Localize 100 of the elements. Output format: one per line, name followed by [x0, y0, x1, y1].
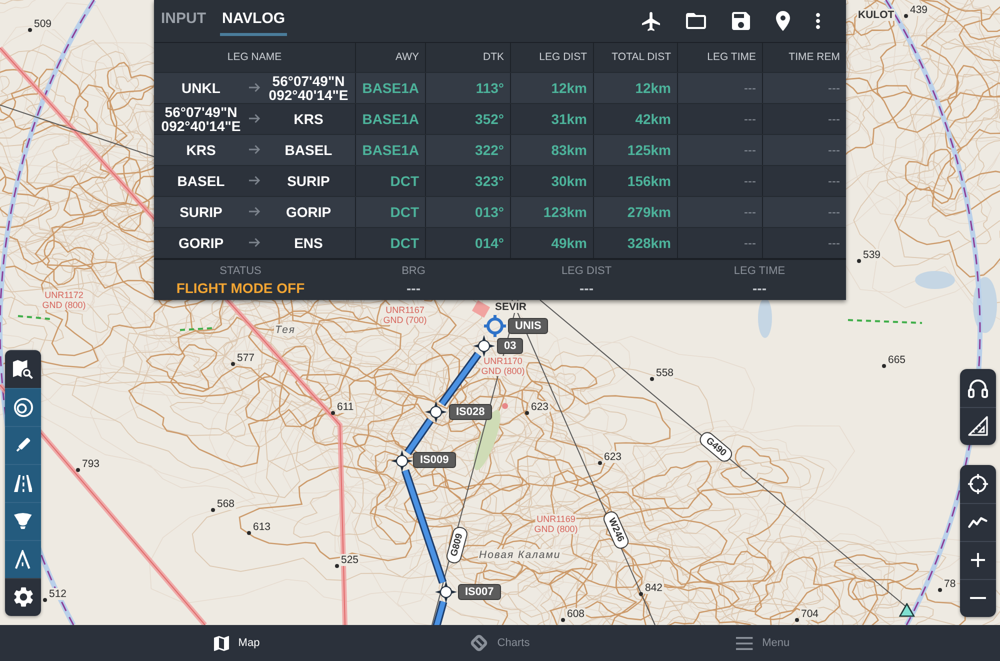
column-header: TOTAL DIST: [612, 51, 671, 63]
map-search-icon: [13, 360, 33, 378]
lake: [758, 298, 772, 338]
tab[interactable]: INPUT: [159, 3, 208, 36]
locate-button[interactable]: [960, 465, 996, 503]
road-icon: [14, 474, 32, 492]
navlog-row[interactable]: GORIP ENS DCT 014° 49km 328km --- ---: [154, 227, 846, 258]
summary-value: ---: [580, 280, 594, 296]
navlog-row[interactable]: SURIP GORIP DCT 013° 123km 279km --- ---: [154, 196, 846, 227]
airspace-name: UNR1169: [536, 514, 576, 524]
navlog-row[interactable]: KRS BASEL BASE1A 322° 83km 125km --- ---: [154, 134, 846, 165]
airway-name: BASE1A: [362, 80, 419, 96]
zoom-out-button[interactable]: [960, 579, 996, 617]
arrow-icon: [249, 207, 261, 216]
summary-value: ---: [752, 280, 766, 296]
airspace-limits: GND (800): [41, 300, 87, 310]
column-header: DTK: [483, 51, 504, 63]
dot-icon: [28, 28, 32, 32]
leg-time: ---: [744, 204, 756, 218]
lampshade-icon: [14, 513, 32, 529]
dot-icon: [76, 468, 80, 472]
spot-height: 608: [566, 608, 586, 620]
navlog-row[interactable]: 56°07'49"N 092°40'14"E KRS BASE1A 352° 31km 42km --- ---: [154, 103, 846, 134]
waypoint-label: IS009: [413, 452, 456, 468]
audio-button[interactable]: [960, 369, 996, 407]
track-value: 352°: [475, 110, 504, 126]
waypoint-label: IS007: [458, 584, 501, 600]
waypoint-name: BASEL: [177, 174, 225, 188]
waypoint-marker-icon: [473, 335, 495, 357]
dot-icon: [211, 508, 215, 512]
menu-icon: [736, 636, 754, 650]
total-distance: 12km: [635, 80, 671, 96]
zoom-in-button[interactable]: [960, 541, 996, 579]
dashed-boundary-line: [18, 315, 50, 320]
layer-toggle[interactable]: [5, 388, 41, 426]
layer-toggle[interactable]: [5, 540, 41, 578]
column-header: LEG DIST: [539, 51, 587, 63]
dot-icon: [882, 364, 886, 368]
dot-icon: [639, 592, 643, 596]
spot-height: 439: [909, 4, 929, 16]
total-distance: 328km: [627, 234, 671, 250]
track-value: 113°: [476, 80, 504, 96]
dot-icon: [904, 14, 908, 18]
arrow-icon: [249, 238, 261, 247]
headphones-icon: [968, 378, 988, 398]
dot-icon: [43, 598, 47, 602]
route-leg: [432, 600, 448, 625]
profile-button[interactable]: [960, 503, 996, 541]
place-name: KULOT: [857, 9, 896, 21]
spot-height: 539: [862, 249, 882, 261]
waypoint-name: BASEL: [284, 142, 332, 156]
settings-button[interactable]: [5, 578, 41, 616]
waypoint-name: 56°07'49"N 092°40'14"E: [268, 74, 350, 102]
spot-height: 623: [603, 451, 623, 463]
arrow-icon: [249, 114, 261, 123]
spot-height: 568: [216, 498, 236, 510]
nav-tab[interactable]: Charts: [368, 625, 632, 661]
total-distance: 279km: [627, 204, 671, 220]
spot-height: 525: [340, 554, 360, 566]
spot-height: 509: [33, 18, 53, 30]
layer-toggle[interactable]: [5, 464, 41, 502]
chevron-up-icon: [15, 550, 31, 568]
triangle-icon: [899, 603, 915, 617]
airway-name: BASE1A: [362, 110, 419, 126]
layer-toggle[interactable]: [5, 502, 41, 540]
track-value: 014°: [475, 234, 504, 250]
total-distance: 156km: [627, 172, 671, 188]
more-icon[interactable]: [816, 13, 820, 29]
leg-distance: 12km: [551, 80, 587, 96]
spot-height: 613: [252, 521, 272, 533]
time-remaining: ---: [828, 236, 840, 250]
lake: [915, 271, 955, 289]
nav-tab[interactable]: Menu: [632, 625, 894, 661]
navlog-row[interactable]: BASEL SURIP DCT 323° 30km 156km --- ---: [154, 165, 846, 196]
nav-tab[interactable]: Map: [106, 625, 368, 661]
folder-icon[interactable]: [686, 13, 706, 29]
airspace-name: UNR1170: [482, 356, 524, 366]
total-distance: 125km: [627, 142, 671, 158]
airspace-name: UNR1167: [384, 305, 426, 315]
route-leg: [438, 352, 482, 406]
route-leg: [404, 418, 434, 456]
save-icon[interactable]: [732, 12, 750, 30]
layer-toggle[interactable]: [5, 426, 41, 464]
time-remaining: ---: [828, 142, 840, 156]
map-search-button[interactable]: [5, 350, 41, 388]
column-header: LEG TIME: [707, 51, 756, 63]
circles-icon: [14, 398, 32, 416]
time-remaining: ---: [828, 174, 840, 188]
tab[interactable]: NAVLOG: [220, 3, 288, 36]
location-pin-icon[interactable]: [776, 11, 790, 31]
leg-time: ---: [744, 236, 756, 250]
waypoint-label: IS028: [449, 404, 492, 420]
dot-icon: [335, 564, 339, 568]
crosshair-icon: [968, 474, 988, 494]
waypoint-label: UNIS: [508, 318, 548, 334]
minus-icon: [970, 596, 986, 600]
summary-value: FLIGHT MODE OFF: [176, 280, 305, 296]
airplane-icon[interactable]: [642, 12, 660, 30]
measure-button[interactable]: [960, 407, 996, 445]
dot-icon: [857, 259, 861, 263]
